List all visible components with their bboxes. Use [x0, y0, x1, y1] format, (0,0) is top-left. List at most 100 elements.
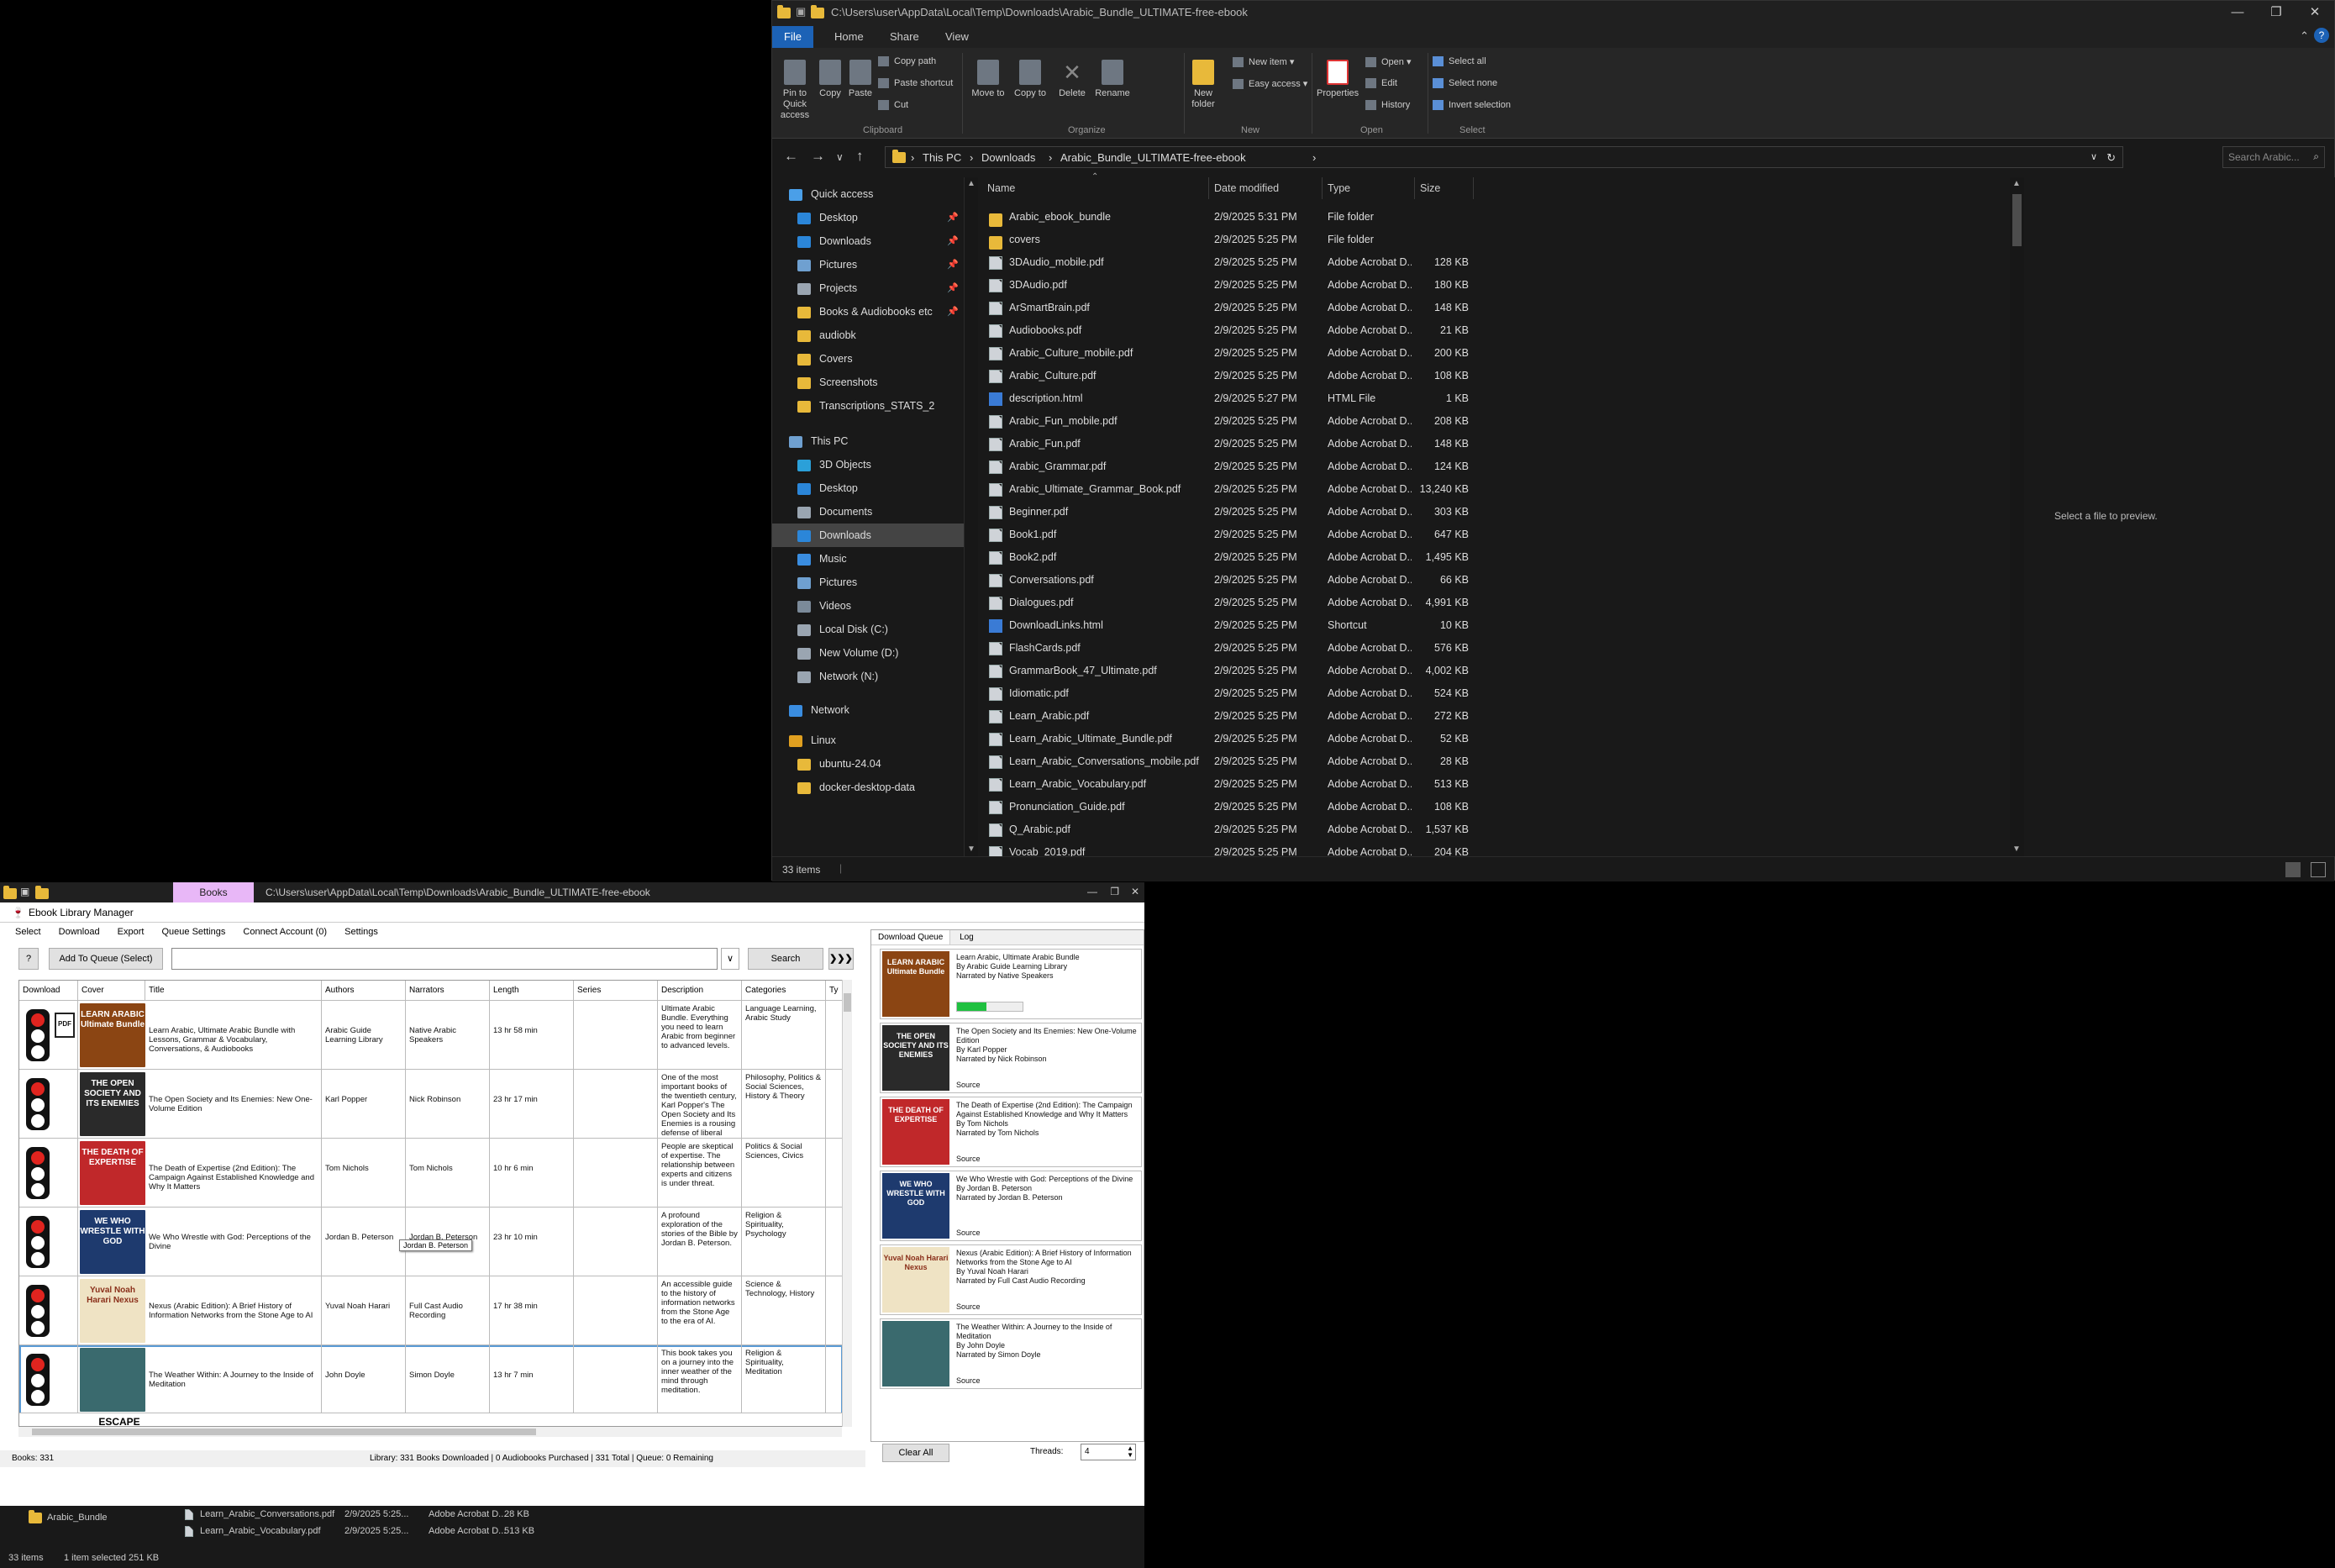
nav-item[interactable]: Local Disk (C:)	[772, 618, 964, 641]
clear-all-button[interactable]: Clear All	[882, 1444, 949, 1462]
paste-button[interactable]: Paste	[846, 60, 875, 99]
file-row[interactable]: Learn_Arabic_Conversations_mobile.pdf 2/9…	[982, 750, 1503, 773]
grid-column-header[interactable]: Title	[145, 981, 322, 1001]
table-row[interactable]: The Weather Within: A Journey to the Ins…	[19, 1345, 843, 1414]
scroll-down-icon[interactable]: ▼	[967, 845, 976, 854]
file-row[interactable]: Learn_Arabic_Ultimate_Bundle.pdf 2/9/2025…	[982, 728, 1503, 750]
bg-file-row[interactable]: Learn_Arabic_Vocabulary.pdf 2/9/2025 5:25…	[185, 1526, 538, 1541]
invert-selection-button[interactable]: Invert selection	[1433, 100, 1511, 111]
next-page-button[interactable]: ❯❯❯	[828, 948, 854, 970]
queue-item[interactable]: Yuval Noah Harari Nexus Nexus (Arabic Edi…	[880, 1244, 1142, 1315]
close-button[interactable]: ✕	[1131, 886, 1139, 897]
queue-source-link[interactable]: Source	[956, 1229, 981, 1237]
file-row[interactable]: Conversations.pdf 2/9/2025 5:25 PM Adobe A…	[982, 569, 1503, 592]
grid-column-header[interactable]: Download	[19, 981, 78, 1001]
pin-quick-access-button[interactable]: Pin to Quick access	[776, 60, 814, 121]
grid-column-header[interactable]: Length	[490, 981, 574, 1001]
edit-button[interactable]: Edit	[1365, 78, 1397, 89]
nav-item[interactable]: Pictures 📌	[772, 253, 964, 276]
details-view-icon[interactable]	[2285, 862, 2301, 877]
paste-shortcut-button[interactable]: Paste shortcut	[878, 78, 953, 89]
file-row[interactable]: covers 2/9/2025 5:25 PM File folder	[982, 229, 1503, 251]
search-input[interactable]	[171, 948, 718, 970]
grid-column-header[interactable]: Authors	[322, 981, 406, 1001]
queue-item[interactable]: THE DEATH OF EXPERTISE The Death of Exper…	[880, 1097, 1142, 1167]
refresh-icon[interactable]: ↻	[2106, 151, 2116, 165]
select-all-button[interactable]: Select all	[1433, 56, 1486, 67]
nav-item[interactable]: Downloads	[772, 524, 964, 547]
breadcrumb-this-pc[interactable]: This PC	[923, 151, 961, 164]
scroll-thumb[interactable]	[2012, 194, 2022, 246]
file-list-scrollbar[interactable]: ▲ ▼	[2010, 177, 2024, 856]
copy-path-button[interactable]: Copy path	[878, 56, 936, 67]
file-row[interactable]: Learn_Arabic.pdf 2/9/2025 5:25 PM Adobe Ac…	[982, 705, 1503, 728]
address-dropdown-icon[interactable]: ∨	[2090, 151, 2097, 162]
file-row[interactable]: description.html 2/9/2025 5:27 PM HTML Fil…	[982, 387, 1503, 410]
easy-access-button[interactable]: Easy access ▾	[1233, 78, 1307, 90]
tab-log[interactable]: Log	[953, 930, 981, 944]
file-row[interactable]: 3DAudio_mobile.pdf 2/9/2025 5:25 PM Adobe …	[982, 251, 1503, 274]
tab-file[interactable]: File	[772, 26, 813, 48]
new-folder-quick-icon[interactable]	[811, 5, 824, 18]
grid-column-header[interactable]: Categories	[742, 981, 826, 1001]
move-to-button[interactable]: Move to	[969, 60, 1007, 99]
file-row[interactable]: Book2.pdf 2/9/2025 5:25 PM Adobe Acrobat D…	[982, 546, 1503, 569]
file-row[interactable]: FlashCards.pdf 2/9/2025 5:25 PM Adobe Acro…	[982, 637, 1503, 660]
restore-button[interactable]: ❐	[1110, 886, 1119, 897]
nav-item[interactable]: Books & Audiobooks etc 📌	[772, 300, 964, 324]
copy-to-button[interactable]: Copy to	[1011, 60, 1049, 99]
table-row[interactable]: PDF LEARN ARABIC Ultimate Bundle Learn Ara…	[19, 1001, 843, 1070]
books-tab[interactable]: Books	[173, 882, 254, 902]
scroll-up-icon[interactable]: ▲	[2012, 179, 2021, 188]
search-button[interactable]: Search	[748, 948, 823, 970]
threads-spinner[interactable]: 4 ▲ ▼	[1081, 1444, 1136, 1460]
menu-export[interactable]: Export	[118, 923, 145, 941]
nav-item[interactable]: Transcriptions_STATS_2	[772, 394, 964, 418]
table-row[interactable]: Yuval Noah Harari Nexus Nexus (Arabic Edi…	[19, 1276, 843, 1345]
nav-item[interactable]: Network (N:)	[772, 665, 964, 688]
bg-file-row[interactable]: Learn_Arabic_Conversations.pdf 2/9/2025 5…	[185, 1509, 538, 1524]
search-dropdown-button[interactable]: ∨	[721, 948, 739, 970]
queue-source-link[interactable]: Source	[956, 1081, 981, 1089]
file-row[interactable]: Arabic_ebook_bundle 2/9/2025 5:31 PM File …	[982, 206, 1503, 229]
nav-item[interactable]: Documents	[772, 500, 964, 524]
file-row[interactable]: DownloadLinks.html 2/9/2025 5:25 PM Shortc…	[982, 614, 1503, 637]
file-row[interactable]: Beginner.pdf 2/9/2025 5:25 PM Adobe Acroba…	[982, 501, 1503, 524]
up-arrow-icon[interactable]: ↑	[856, 148, 864, 165]
grid-column-header[interactable]: Cover	[78, 981, 145, 1001]
open-button[interactable]: Open ▾	[1365, 56, 1412, 68]
nav-item[interactable]: Downloads 📌	[772, 229, 964, 253]
menu-connect-account[interactable]: Connect Account (0)	[243, 923, 327, 941]
column-type[interactable]: Type	[1323, 177, 1415, 199]
scroll-thumb[interactable]	[32, 1429, 536, 1435]
queue-source-link[interactable]: Source	[956, 1155, 981, 1163]
add-to-queue-button[interactable]: Add To Queue (Select)	[49, 948, 163, 970]
copy-button[interactable]: Copy	[816, 60, 844, 99]
breadcrumb-current-folder[interactable]: Arabic_Bundle_ULTIMATE-free-ebook	[1060, 151, 1246, 164]
menu-settings[interactable]: Settings	[344, 923, 378, 941]
queue-item[interactable]: WE WHO WRESTLE WITH GOD We Who Wrestle wi…	[880, 1171, 1142, 1241]
nav-item[interactable]: Screenshots	[772, 371, 964, 394]
nav-scrollbar[interactable]: ▲ ▼	[964, 177, 978, 856]
properties-button[interactable]: Properties	[1317, 60, 1359, 99]
table-row[interactable]: THE DEATH OF EXPERTISE The Death of Exper…	[19, 1139, 843, 1208]
file-row[interactable]: Idiomatic.pdf 2/9/2025 5:25 PM Adobe Acrob…	[982, 682, 1503, 705]
nav-item[interactable]: 3D Objects	[772, 453, 964, 476]
restore-button[interactable]: ❐	[2257, 1, 2296, 24]
file-row[interactable]: Arabic_Ultimate_Grammar_Book.pdf 2/9/2025…	[982, 478, 1503, 501]
nav-item[interactable]: docker-desktop-data	[772, 776, 964, 799]
nav-item[interactable]: audiobk	[772, 324, 964, 347]
queue-item[interactable]: The Weather Within: A Journey to the Ins…	[880, 1318, 1142, 1389]
recent-chevron-icon[interactable]: ∨	[836, 151, 844, 163]
file-row[interactable]: Audiobooks.pdf 2/9/2025 5:25 PM Adobe Acro…	[982, 319, 1503, 342]
queue-item[interactable]: LEARN ARABIC Ultimate Bundle Learn Arabic…	[880, 949, 1142, 1019]
menu-queue-settings[interactable]: Queue Settings	[161, 923, 225, 941]
large-icons-view-icon[interactable]	[2311, 862, 2326, 877]
nav-item[interactable]: Pictures	[772, 571, 964, 594]
table-row[interactable]: THE OPEN SOCIETY AND ITS ENEMIES The Open…	[19, 1070, 843, 1139]
menu-download[interactable]: Download	[59, 923, 100, 941]
tab-share[interactable]: Share	[878, 26, 931, 48]
column-size[interactable]: Size	[1415, 177, 1474, 199]
address-bar[interactable]: › This PC › Downloads › Arabic_Bundle_UL…	[885, 146, 2123, 168]
file-row[interactable]: Arabic_Culture_mobile.pdf 2/9/2025 5:25 P…	[982, 342, 1503, 365]
